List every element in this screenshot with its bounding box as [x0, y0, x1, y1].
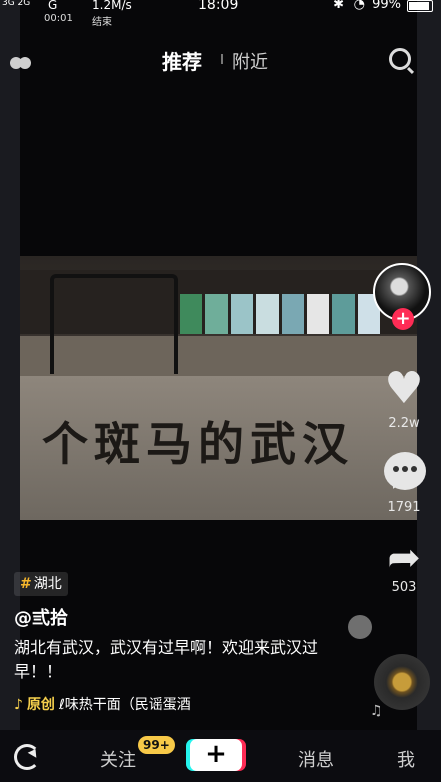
- book-stack: [180, 294, 380, 334]
- bluetooth-icon: ✱: [333, 0, 344, 12]
- music-info[interactable]: ♪ 原创 ℓ味热干面（民谣蛋酒: [14, 694, 191, 714]
- hashtag-chip[interactable]: # 湖北: [14, 572, 68, 596]
- like-count: 2.2w: [388, 416, 420, 431]
- signal-label: 3G 2G: [2, 0, 31, 8]
- search-icon[interactable]: [389, 48, 411, 70]
- hashtag-icon: #: [20, 576, 32, 592]
- book: [205, 294, 228, 334]
- book: [230, 294, 254, 334]
- network-speed: 1.2M/s: [92, 0, 132, 12]
- tab-separator: [221, 54, 223, 64]
- hashtag-label: 湖北: [33, 576, 62, 592]
- tab-nearby[interactable]: 附近: [232, 48, 268, 74]
- book: [180, 294, 203, 334]
- video-frame: 个斑马的武汉: [20, 256, 417, 520]
- music-disc[interactable]: [374, 654, 430, 710]
- network-type: G: [48, 0, 58, 12]
- wifi-icon: ◔: [353, 0, 365, 12]
- follow-plus-button[interactable]: +: [392, 308, 414, 330]
- battery-percent: 99%: [372, 0, 401, 12]
- book: [281, 294, 304, 334]
- book: [332, 294, 355, 334]
- notification-badge: 99+: [138, 736, 175, 754]
- bottom-nav: 关注 99+ + 消息 我: [0, 730, 441, 782]
- book: [256, 294, 279, 334]
- call-timer: 00:01: [44, 13, 73, 24]
- share-count: 503: [391, 580, 417, 595]
- battery-icon: [407, 0, 433, 12]
- nav-follow[interactable]: 关注: [100, 746, 136, 772]
- status-bar: 3G 2G G 1.2M/s 00:01 结束 18:09 ✱ ◔ 99%: [0, 0, 441, 28]
- clock: 18:09: [198, 0, 239, 13]
- music-title: ℓ味热干面（民谣蛋酒: [58, 697, 191, 713]
- finish-label: 结束: [92, 17, 112, 28]
- floating-note-icon: ♫: [370, 703, 383, 719]
- sign-text: 个斑马的武汉: [42, 417, 354, 471]
- book: [306, 294, 330, 334]
- nav-me[interactable]: 我: [397, 746, 415, 772]
- floating-assist-dot[interactable]: [348, 615, 372, 639]
- refresh-icon[interactable]: [14, 744, 40, 770]
- create-button[interactable]: +: [190, 739, 242, 771]
- top-nav: 推荐 附近: [0, 44, 441, 76]
- music-note-icon: ♪: [14, 697, 23, 713]
- comment-count: 1791: [387, 500, 421, 515]
- like-heart-icon[interactable]: ♥: [381, 366, 427, 412]
- music-original-label: 原创: [26, 697, 55, 713]
- caption: 湖北有武汉，武汉有过早啊！欢迎来武汉过早！！: [14, 638, 319, 681]
- username[interactable]: @弎拾: [14, 604, 68, 630]
- share-arrow-icon[interactable]: ➦: [381, 536, 427, 580]
- live-dots-icon[interactable]: [10, 54, 31, 73]
- metal-rail: [50, 274, 178, 374]
- tab-recommend[interactable]: 推荐: [162, 46, 202, 75]
- nav-messages[interactable]: 消息: [298, 746, 334, 772]
- comment-icon[interactable]: [384, 452, 426, 490]
